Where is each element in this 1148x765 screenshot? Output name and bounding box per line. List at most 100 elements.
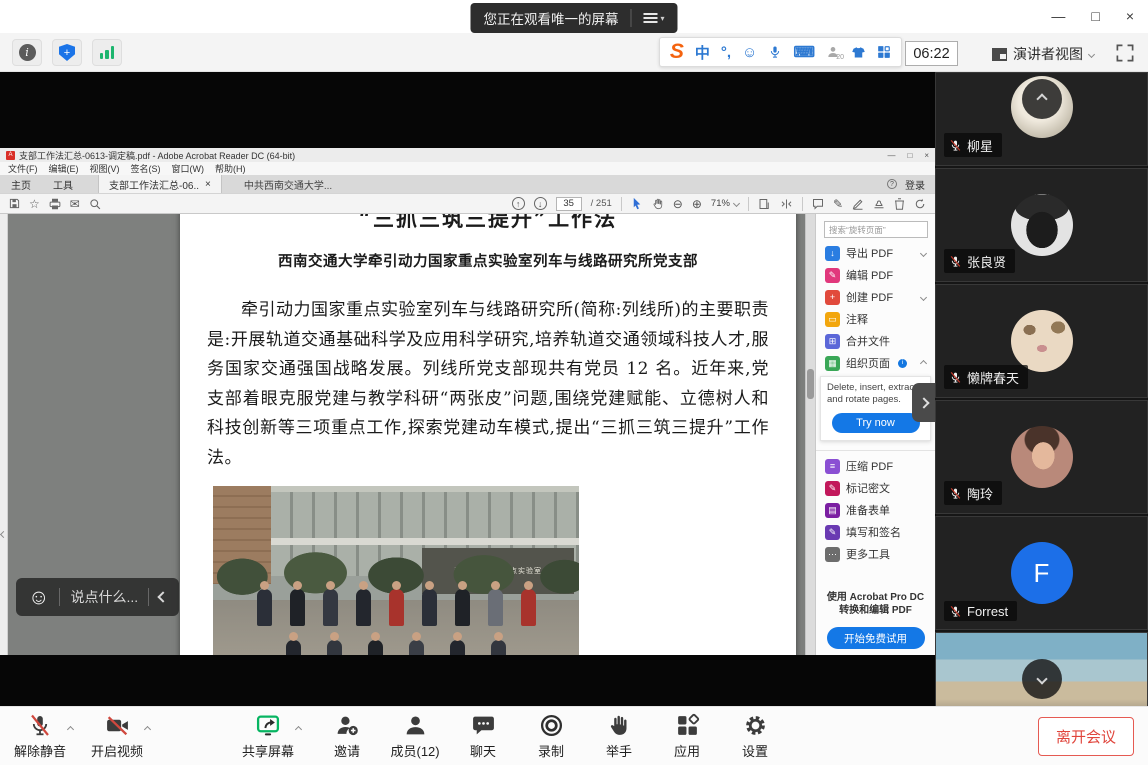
ime-keyboard-icon[interactable]: ⌨ xyxy=(793,43,815,61)
emoji-icon[interactable]: ☺ xyxy=(742,44,757,61)
fit-page-icon[interactable] xyxy=(758,198,771,210)
tab-close-icon[interactable]: × xyxy=(205,179,211,190)
scroll-up-button[interactable] xyxy=(1022,79,1062,119)
page-down-icon[interactable]: ↓ xyxy=(534,197,547,210)
tab-document-active[interactable]: 支部工作法汇总-06.. × xyxy=(98,175,222,193)
security-button[interactable]: + xyxy=(52,39,82,66)
participant-tile[interactable]: 懒牌春天 xyxy=(935,284,1148,398)
share-screen-button[interactable]: 共享屏幕 xyxy=(242,712,294,760)
tool-comment[interactable]: ▭注释 xyxy=(816,308,935,330)
menu-file[interactable]: 文件(F) xyxy=(8,162,38,175)
participant-tile[interactable]: F Forrest xyxy=(935,516,1148,630)
acrobat-close-button[interactable]: × xyxy=(924,151,929,160)
minimize-button[interactable]: — xyxy=(1051,7,1065,25)
banner-menu-button[interactable]: ▾ xyxy=(643,13,664,23)
participant-tile[interactable] xyxy=(935,632,1148,706)
zoom-level-select[interactable]: 71% xyxy=(711,198,739,209)
left-panel-rail[interactable] xyxy=(0,214,8,655)
tab-document-2[interactable]: 中共西南交通大学... xyxy=(232,175,344,193)
chat-button[interactable]: 聊天 xyxy=(457,712,509,760)
zoom-out-icon[interactable]: ⊖ xyxy=(673,198,683,210)
page-up-icon[interactable]: ↑ xyxy=(512,197,525,210)
scrollbar-thumb[interactable] xyxy=(807,369,814,399)
acrobat-minimize-button[interactable]: — xyxy=(887,151,895,160)
zoom-in-icon[interactable]: ⊕ xyxy=(692,198,702,210)
edit-pdf-icon: ✎ xyxy=(825,268,840,283)
view-mode-selector[interactable]: 演讲者视图 xyxy=(992,42,1094,66)
menu-window[interactable]: 窗口(W) xyxy=(172,162,205,175)
tool-compress-pdf[interactable]: ≡压缩 PDF xyxy=(816,455,935,477)
print-icon[interactable] xyxy=(49,198,61,210)
free-trial-button[interactable]: 开始免费试用 xyxy=(827,627,925,649)
chat-input[interactable]: 说点什么... xyxy=(70,587,138,607)
email-icon[interactable]: ✉ xyxy=(70,198,80,210)
sogou-logo-icon[interactable]: S xyxy=(670,42,684,62)
group-photo: 牵引动力国家重点实验室 xyxy=(213,486,579,655)
record-button[interactable]: 录制 xyxy=(525,712,577,760)
signin-link[interactable]: 登录 xyxy=(905,177,925,192)
search-icon[interactable] xyxy=(89,198,101,210)
hand-tool-icon[interactable] xyxy=(652,198,664,210)
tab-tools[interactable]: 工具 xyxy=(42,175,84,193)
tool-more-tools[interactable]: ⋯更多工具 xyxy=(816,543,935,565)
unmute-button[interactable]: 解除静音 xyxy=(14,712,66,760)
collapse-chat-icon[interactable] xyxy=(157,591,168,602)
document-scrollbar[interactable] xyxy=(805,214,815,655)
menu-help[interactable]: 帮助(H) xyxy=(215,162,246,175)
select-cursor-icon[interactable] xyxy=(631,197,643,210)
participant-tile[interactable]: 张良贤 xyxy=(935,168,1148,282)
fill-sign-icon[interactable] xyxy=(852,198,864,210)
tools-search-input[interactable] xyxy=(824,221,928,238)
ime-account-icon[interactable]: 20 xyxy=(826,45,840,59)
emoji-button[interactable]: ☺ xyxy=(28,587,49,608)
page-number-input[interactable]: 35 xyxy=(556,197,582,211)
tool-edit-pdf[interactable]: ✎编辑 PDF xyxy=(816,264,935,286)
tool-combine-files[interactable]: ⊞合并文件 xyxy=(816,330,935,352)
invite-button[interactable]: 邀请 xyxy=(321,712,373,760)
acrobat-maximize-button[interactable]: □ xyxy=(907,151,912,160)
meeting-info-button[interactable]: i xyxy=(12,39,42,66)
participant-tile[interactable]: 柳星 xyxy=(935,72,1148,166)
ime-mic-icon[interactable] xyxy=(768,45,782,59)
tab-home[interactable]: 主页 xyxy=(0,175,42,193)
leave-meeting-button[interactable]: 离开会议 xyxy=(1038,717,1134,756)
pencil-icon[interactable]: ✎ xyxy=(833,198,843,210)
ime-toolbox-icon[interactable] xyxy=(877,45,891,59)
menu-edit[interactable]: 编辑(E) xyxy=(49,162,79,175)
participant-tile[interactable]: 陶玲 xyxy=(935,400,1148,514)
tool-export-pdf[interactable]: ↓导出 PDF xyxy=(816,242,935,264)
ime-language-toggle[interactable]: 中 xyxy=(695,42,710,63)
raise-hand-button[interactable]: 举手 xyxy=(593,712,645,760)
scroll-down-button[interactable] xyxy=(1022,659,1062,699)
stamp-icon[interactable] xyxy=(873,198,885,210)
collapse-panel-button[interactable] xyxy=(912,383,935,422)
delete-icon[interactable] xyxy=(894,198,905,210)
tool-redact[interactable]: ✎标记密文 xyxy=(816,477,935,499)
share-options-caret[interactable] xyxy=(295,725,302,732)
save-icon[interactable] xyxy=(9,198,20,209)
maximize-button[interactable]: □ xyxy=(1091,7,1099,25)
ime-punctuation-toggle[interactable]: °, xyxy=(721,44,731,61)
tool-organize-pages[interactable]: ▦组织页面i xyxy=(816,352,935,374)
apps-button[interactable]: 应用 xyxy=(661,712,713,760)
fit-width-icon[interactable] xyxy=(780,198,793,210)
star-icon[interactable]: ☆ xyxy=(29,198,40,210)
network-quality-button[interactable] xyxy=(92,39,122,66)
members-button[interactable]: 成员(12) xyxy=(389,712,441,760)
video-options-caret[interactable] xyxy=(144,725,151,732)
menu-sign[interactable]: 签名(S) xyxy=(131,162,161,175)
start-video-button[interactable]: 开启视频 xyxy=(91,712,143,760)
tool-fill-sign[interactable]: ✎填写和签名 xyxy=(816,521,935,543)
menu-view[interactable]: 视图(V) xyxy=(90,162,120,175)
mic-options-caret[interactable] xyxy=(67,725,74,732)
try-now-button[interactable]: Try now xyxy=(832,413,920,433)
close-button[interactable]: × xyxy=(1126,7,1134,25)
ime-skin-icon[interactable] xyxy=(851,46,866,59)
fullscreen-button[interactable] xyxy=(1112,40,1138,66)
settings-button[interactable]: 设置 xyxy=(729,712,781,760)
comment-icon[interactable] xyxy=(812,198,824,210)
rotate-icon[interactable] xyxy=(914,198,926,210)
tool-prepare-form[interactable]: ▤准备表单 xyxy=(816,499,935,521)
help-icon[interactable]: ? xyxy=(887,179,897,189)
tool-create-pdf[interactable]: +创建 PDF xyxy=(816,286,935,308)
